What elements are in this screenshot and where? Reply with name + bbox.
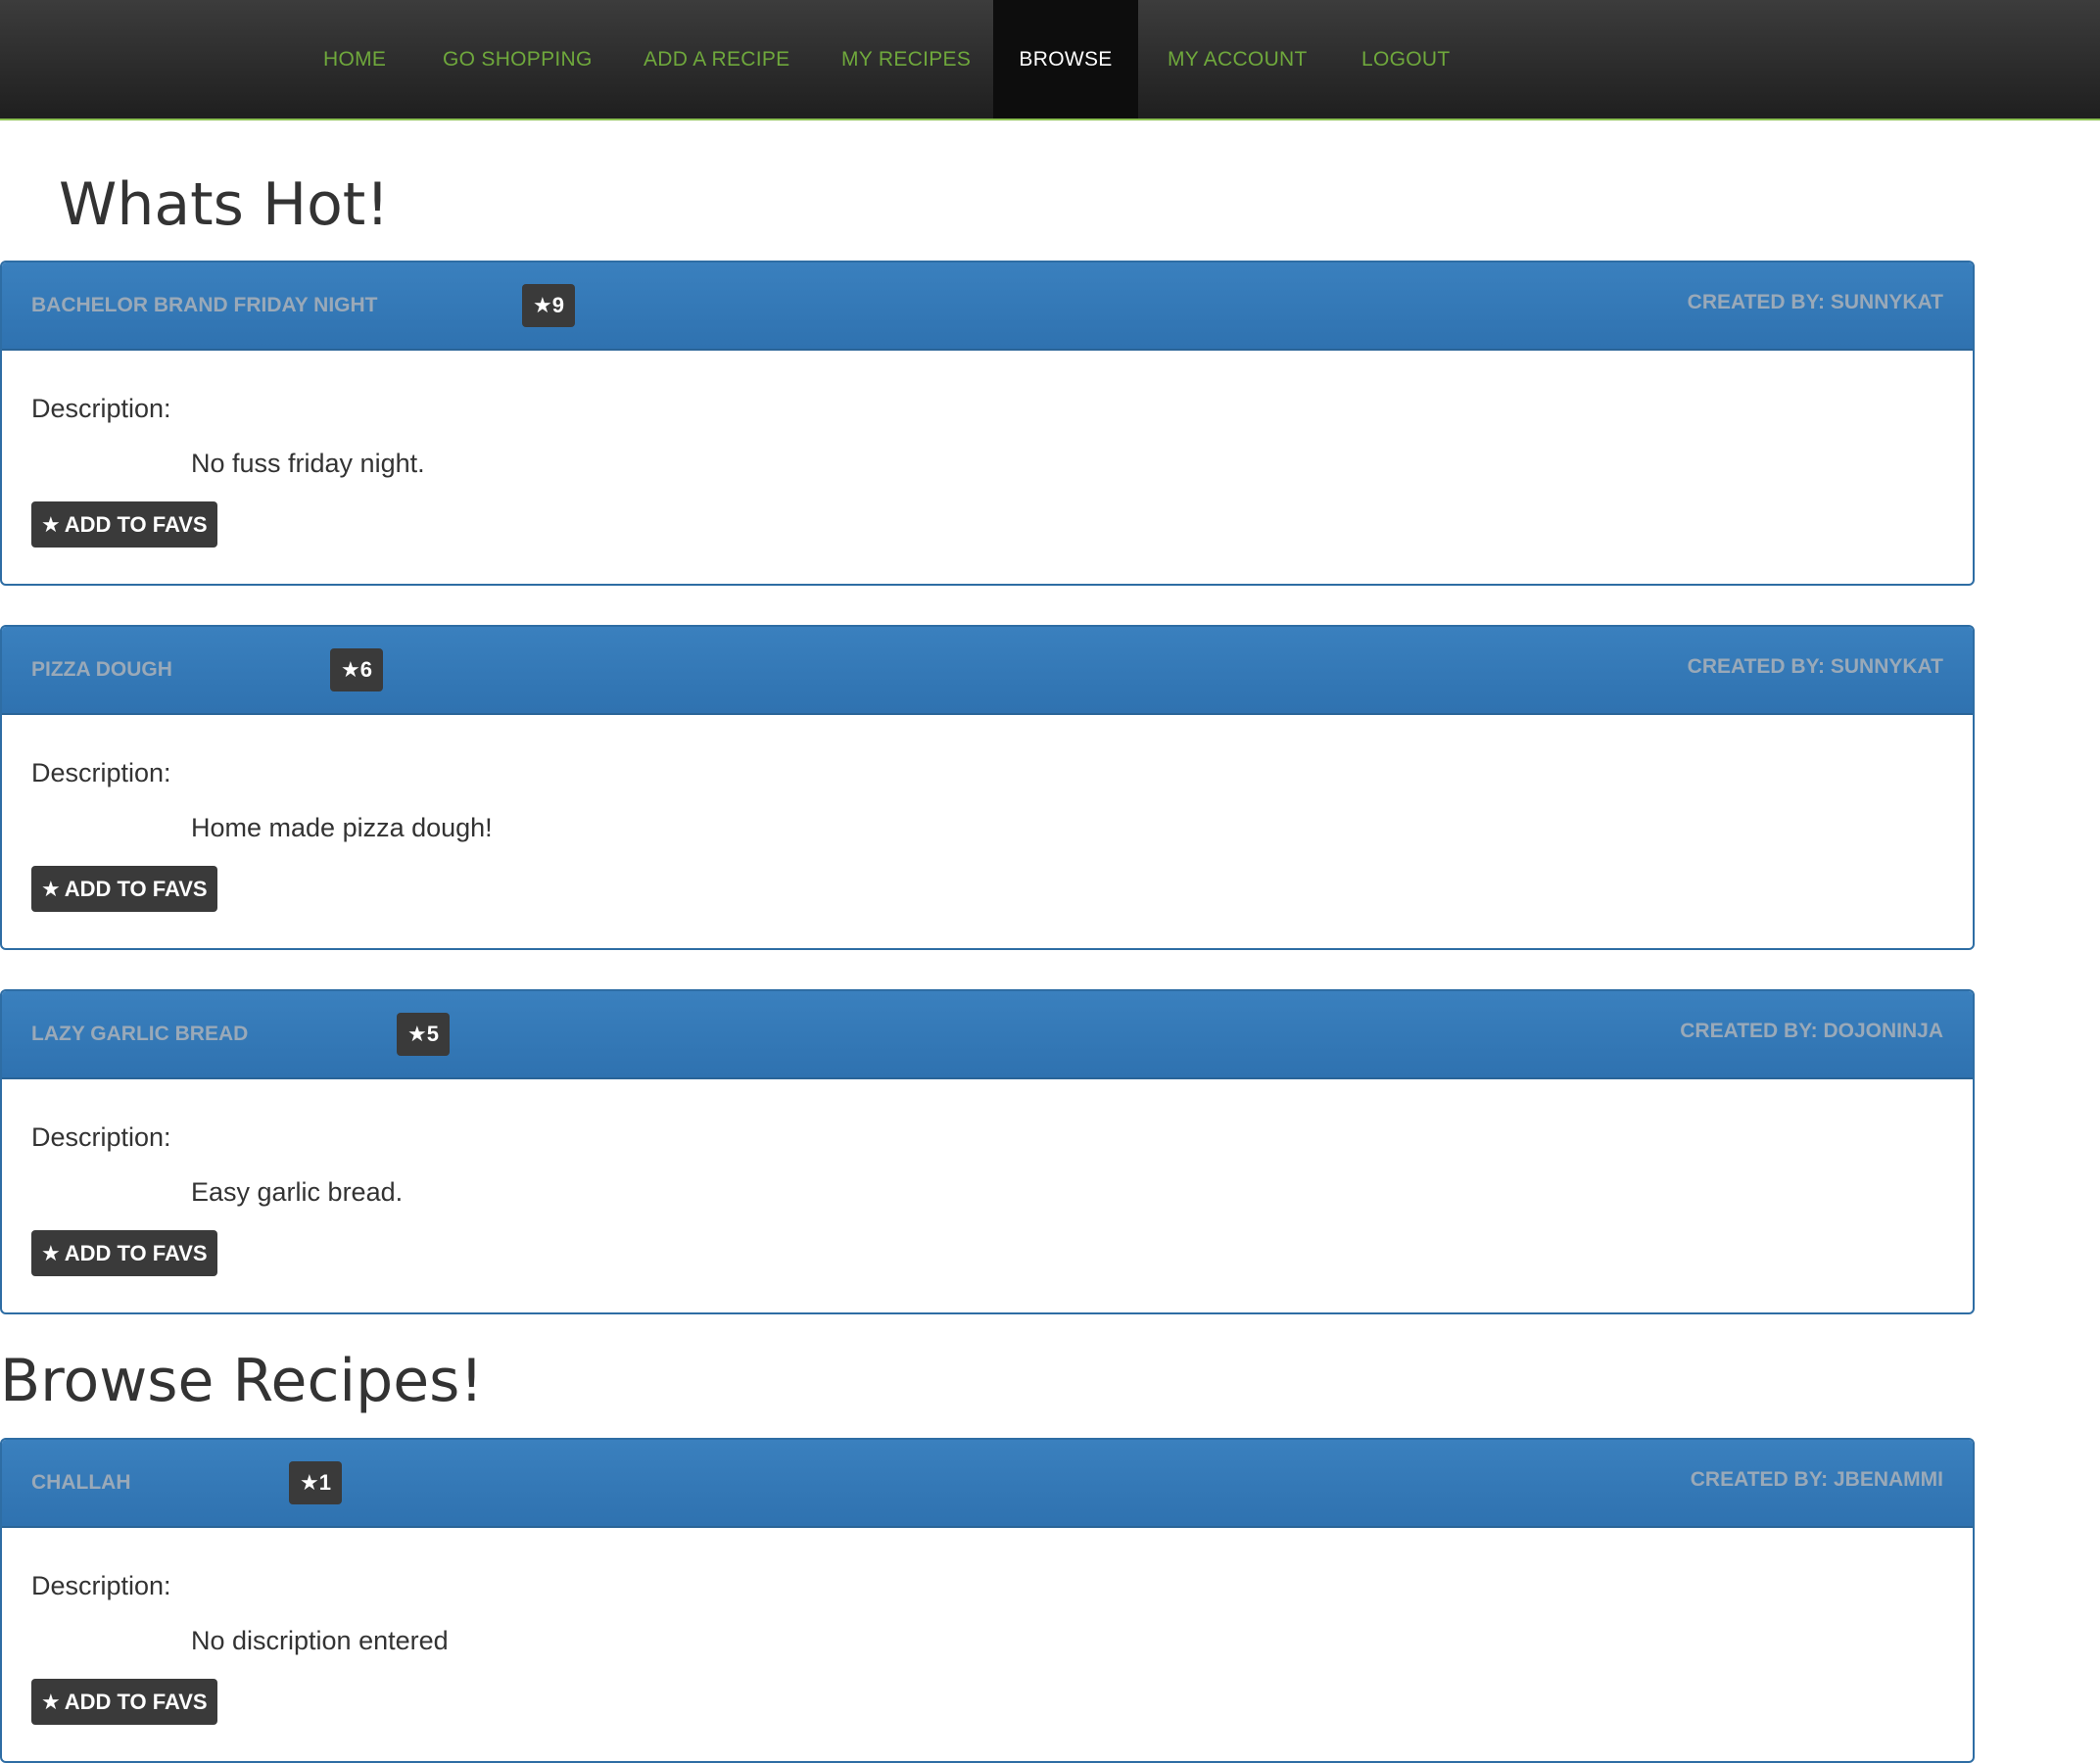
description-label: Description:	[31, 758, 171, 787]
recipe-panel: BACHELOR BRAND FRIDAY NIGHT ★9 CREATED B…	[0, 261, 1975, 586]
star-icon: ★	[341, 657, 360, 682]
nav-my-account-link[interactable]: MY ACCOUNT	[1168, 0, 1308, 119]
add-to-favs-button[interactable]: ★ ADD TO FAVS	[31, 501, 217, 548]
created-by-label: CREATED BY: JBENAMMI	[1690, 1468, 1943, 1491]
recipe-panel-heading: LAZY GARLIC BREAD ★5 CREATED BY: DOJONIN…	[2, 991, 1973, 1079]
description-label: Description:	[31, 1571, 171, 1600]
nav-add-recipe-link[interactable]: ADD A RECIPE	[644, 0, 789, 119]
recipe-name-link[interactable]: CHALLAH	[31, 1440, 130, 1526]
recipe-panel: CHALLAH ★1 CREATED BY: JBENAMMI Descript…	[0, 1438, 1975, 1763]
recipe-panel-body: Description: No fuss friday night. ★ ADD …	[2, 351, 1973, 582]
recipe-panel-heading: PIZZA DOUGH ★6 CREATED BY: SUNNYKAT	[2, 627, 1973, 715]
fav-count-badge: ★6	[330, 648, 383, 691]
recipe-panel-body: Description: No discription entered ★ ADD…	[2, 1528, 1973, 1759]
created-by-label: CREATED BY: SUNNYKAT	[1687, 291, 1943, 313]
nav-home-link[interactable]: HOME	[323, 0, 386, 119]
star-icon: ★	[300, 1470, 319, 1495]
star-icon: ★	[41, 512, 61, 537]
star-icon: ★	[41, 1690, 61, 1714]
description-text: No fuss friday night.	[191, 449, 425, 478]
recipe-name-link[interactable]: PIZZA DOUGH	[31, 627, 172, 713]
star-icon: ★	[407, 1022, 427, 1046]
created-by-label: CREATED BY: SUNNYKAT	[1687, 655, 1943, 678]
recipe-panel-heading: BACHELOR BRAND FRIDAY NIGHT ★9 CREATED B…	[2, 262, 1973, 351]
star-icon: ★	[41, 877, 61, 901]
created-by-label: CREATED BY: DOJONINJA	[1680, 1020, 1943, 1042]
description-text: No discription entered	[191, 1626, 449, 1655]
description-text: Home made pizza dough!	[191, 813, 493, 842]
top-navbar: HOME GO SHOPPING ADD A RECIPE MY RECIPES…	[0, 0, 2100, 120]
recipe-name-link[interactable]: BACHELOR BRAND FRIDAY NIGHT	[31, 262, 378, 349]
star-icon: ★	[41, 1241, 61, 1265]
fav-count-badge: ★9	[522, 284, 575, 327]
nav-logout-link[interactable]: LOGOUT	[1361, 0, 1450, 119]
nav-browse-link[interactable]: BROWSE	[993, 0, 1138, 119]
fav-count-badge: ★5	[397, 1013, 450, 1056]
add-to-favs-button[interactable]: ★ ADD TO FAVS	[31, 1679, 217, 1725]
recipe-panel-body: Description: Home made pizza dough! ★ ADD…	[2, 715, 1973, 946]
star-icon: ★	[533, 293, 552, 317]
browse-recipes-heading: Browse Recipes!	[0, 1347, 484, 1415]
recipe-panel-body: Description: Easy garlic bread. ★ ADD TO …	[2, 1079, 1973, 1310]
recipe-panel: LAZY GARLIC BREAD ★5 CREATED BY: DOJONIN…	[0, 989, 1975, 1314]
recipe-panel: PIZZA DOUGH ★6 CREATED BY: SUNNYKAT Desc…	[0, 625, 1975, 950]
add-to-favs-button[interactable]: ★ ADD TO FAVS	[31, 1230, 217, 1276]
add-to-favs-button[interactable]: ★ ADD TO FAVS	[31, 866, 217, 912]
recipe-name-link[interactable]: LAZY GARLIC BREAD	[31, 991, 248, 1077]
description-label: Description:	[31, 394, 171, 423]
description-label: Description:	[31, 1122, 171, 1152]
nav-my-recipes-link[interactable]: MY RECIPES	[841, 0, 971, 119]
nav-go-shopping-link[interactable]: GO SHOPPING	[443, 0, 593, 119]
fav-count-badge: ★1	[289, 1461, 342, 1504]
whats-hot-heading: Whats Hot!	[59, 170, 390, 239]
description-text: Easy garlic bread.	[191, 1177, 404, 1207]
recipe-panel-heading: CHALLAH ★1 CREATED BY: JBENAMMI	[2, 1440, 1973, 1528]
